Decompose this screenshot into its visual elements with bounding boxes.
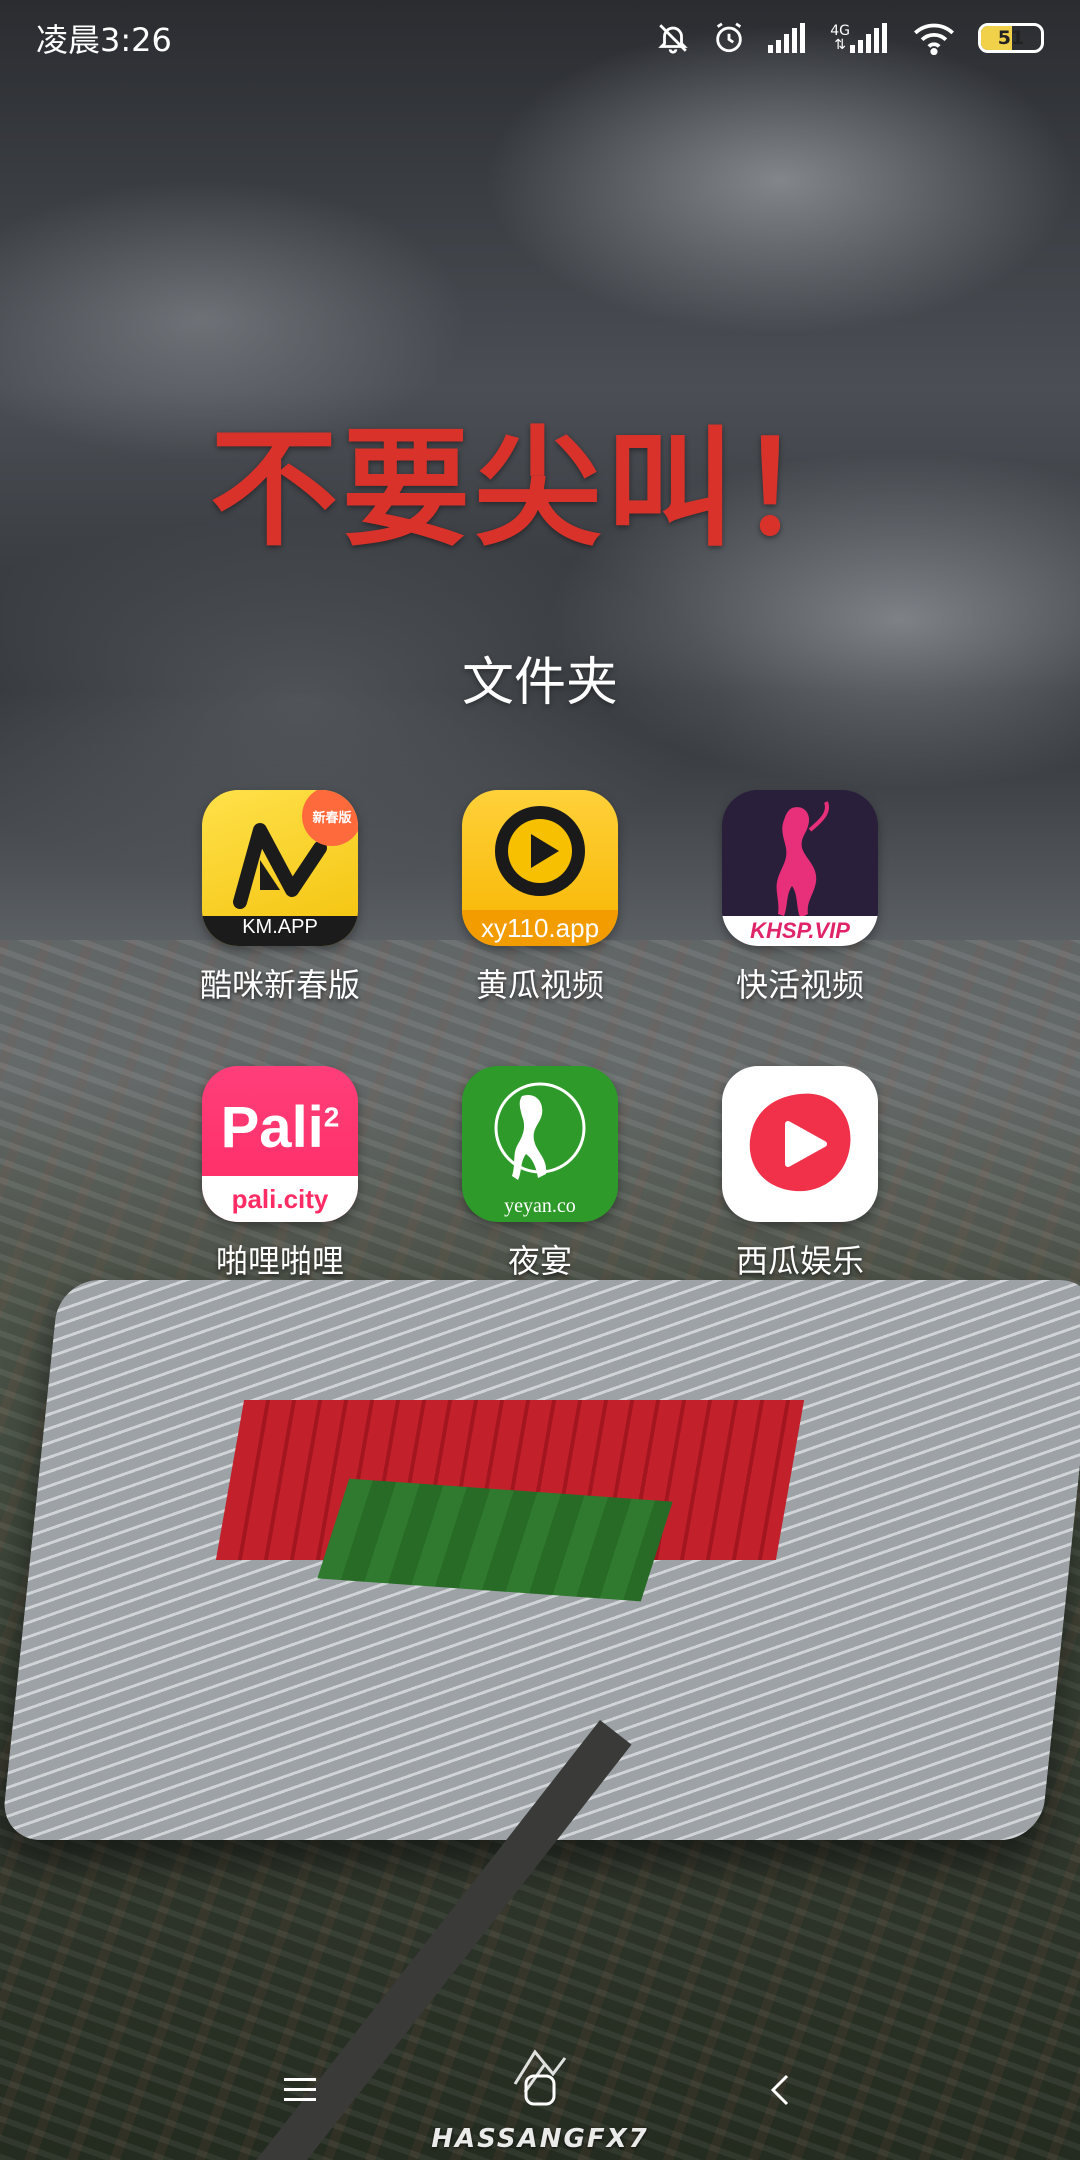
folder-title[interactable]: 文件夹: [0, 640, 1080, 715]
app-label: 啪哩啪哩: [215, 1242, 344, 1280]
pali-icon-caption: pali.city: [202, 1176, 358, 1222]
alarm-icon: [712, 21, 746, 55]
yeyan-icon-caption: yeyan.co: [504, 1195, 576, 1217]
status-time: 凌晨3:26: [36, 21, 172, 59]
back-icon[interactable]: [740, 2050, 820, 2130]
signal-icon: [768, 23, 808, 53]
status-icons: 4G ⇅ 51: [656, 21, 1044, 55]
mute-bell-icon: [656, 21, 690, 55]
battery-level: 51: [997, 27, 1025, 49]
play-icon: [495, 806, 585, 896]
app-xigua[interactable]: 西瓜娱乐: [670, 1066, 930, 1282]
status-bar: 凌晨3:26 4G ⇅ 51: [0, 0, 1080, 76]
pali-wordmark: Pali2: [220, 1095, 340, 1160]
xigua-icon[interactable]: [722, 1066, 878, 1222]
app-huanggua[interactable]: xy110.app 黄瓜视频: [410, 790, 670, 1006]
app-label: 黄瓜视频: [475, 966, 604, 1004]
signal-4g-icon: 4G ⇅: [830, 23, 890, 53]
app-label: 快活视频: [735, 966, 864, 1004]
folder-app-grid: 新春版 KM.APP 酷咪新春版 xy110.app 黄瓜视频 KHSP.VIP…: [150, 790, 930, 1282]
kuaihuo-icon-caption: KHSP.VIP: [722, 916, 878, 946]
km-app-icon[interactable]: 新春版 KM.APP: [202, 790, 358, 946]
huanggua-video-icon[interactable]: xy110.app: [462, 790, 618, 946]
kuaihuo-video-icon[interactable]: KHSP.VIP: [722, 790, 878, 946]
app-label: 西瓜娱乐: [735, 1242, 864, 1280]
km-badge: 新春版: [302, 790, 358, 846]
km-icon-caption: KM.APP: [202, 916, 358, 946]
wallpaper-slogan: 不要尖叫！: [209, 415, 870, 564]
app-label: 酷咪新春版: [199, 966, 360, 1004]
huanggua-icon-caption: xy110.app: [462, 910, 618, 946]
menu-icon[interactable]: [260, 2050, 340, 2130]
watermark-text: HASSANGFX7: [431, 2124, 649, 2154]
app-kumi[interactable]: 新春版 KM.APP 酷咪新春版: [150, 790, 410, 1006]
battery-icon: 51: [978, 23, 1044, 53]
wifi-icon: [912, 21, 956, 55]
app-pali[interactable]: Pali2 pali.city 啪哩啪哩: [150, 1066, 410, 1282]
watermark-logo-icon: [505, 2044, 575, 2104]
pali-icon[interactable]: Pali2 pali.city: [202, 1066, 358, 1222]
app-yeyan[interactable]: yeyan.co 夜宴: [410, 1066, 670, 1282]
app-label: 夜宴: [507, 1242, 572, 1280]
app-kuaihuo[interactable]: KHSP.VIP 快活视频: [670, 790, 930, 1006]
yeyan-icon[interactable]: yeyan.co: [462, 1066, 618, 1222]
